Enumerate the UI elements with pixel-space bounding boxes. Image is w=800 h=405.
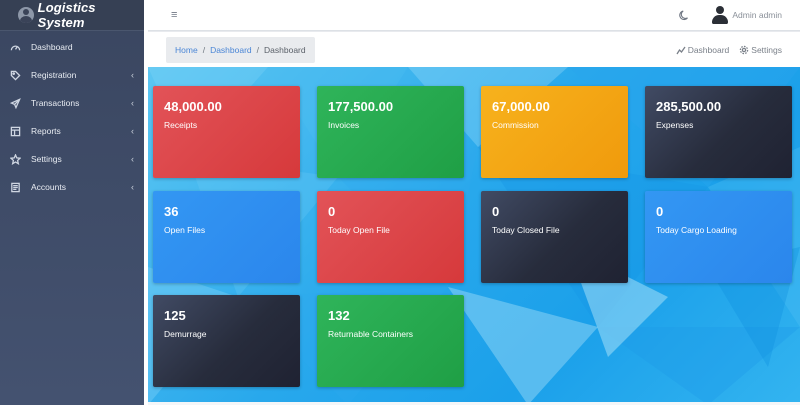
breadcrumb-home[interactable]: Home (175, 45, 198, 55)
card-value: 67,000.00 (492, 99, 550, 114)
chevron-left-icon: ‹ (131, 126, 134, 136)
expenses-card[interactable]: 285,500.00 Expenses (645, 86, 792, 178)
user-menu[interactable]: Admin admin (732, 10, 782, 20)
settings-link-label: Settings (751, 44, 782, 55)
paper-plane-icon (9, 97, 21, 109)
card-value: 0 (328, 204, 336, 219)
open-files-card[interactable]: 36 Open Files (153, 191, 300, 283)
sidebar-item-transactions[interactable]: Transactions ‹ (0, 89, 144, 117)
card-label: Today Closed File (492, 225, 560, 235)
sidebar-item-settings[interactable]: Settings ‹ (0, 145, 144, 173)
card-value: 177,500.00 (328, 99, 394, 114)
card-value: 48,000.00 (164, 99, 222, 114)
breadcrumb: Home / Dashboard / Dashboard (166, 36, 315, 63)
card-label: Today Cargo Loading (656, 225, 737, 235)
today-cargo-loading-card[interactable]: 0 Today Cargo Loading (645, 191, 792, 283)
card-label: Invoices (328, 120, 360, 130)
breadcrumb-dashboard[interactable]: Dashboard (210, 45, 252, 55)
card-label: Demurrage (164, 329, 207, 339)
card-value: 285,500.00 (656, 99, 722, 114)
dashboard-gauge-icon (9, 41, 21, 53)
today-open-file-card[interactable]: 0 Today Open File (317, 191, 464, 283)
top-navbar: ≡ Admin admin (148, 0, 800, 31)
user-avatar-icon[interactable] (711, 6, 729, 24)
card-value: 0 (492, 204, 500, 219)
tag-icon (9, 69, 21, 81)
breadcrumb-current: Dashboard (264, 44, 306, 55)
card-label: Commission (492, 120, 539, 130)
brand[interactable]: Logistics System (0, 0, 144, 31)
commission-card[interactable]: 67,000.00 Commission (481, 86, 628, 178)
moon-icon[interactable] (679, 9, 691, 21)
chevron-left-icon: ‹ (131, 70, 134, 80)
sidebar-item-accounts[interactable]: Accounts ‹ (0, 173, 144, 201)
breadcrumb-separator: / (256, 44, 260, 55)
document-icon (9, 181, 21, 193)
hamburger-menu-icon[interactable]: ≡ (171, 9, 177, 21)
sidebar: Logistics System Dashboard Registration … (0, 0, 144, 405)
sidebar-item-label: Registration (31, 70, 77, 80)
sidebar-item-label: Accounts (31, 182, 66, 192)
star-icon (9, 153, 21, 165)
topbar-right: Admin admin (679, 6, 782, 24)
sidebar-item-dashboard[interactable]: Dashboard (0, 33, 144, 61)
card-label: Receipts (164, 120, 198, 130)
card-value: 0 (656, 204, 664, 219)
page-subheader: Home / Dashboard / Dashboard Dashboard S… (148, 32, 800, 67)
demurrage-card[interactable]: 125 Demurrage (153, 295, 300, 387)
sidebar-item-reports[interactable]: Reports ‹ (0, 117, 144, 145)
subheader-links: Dashboard Settings (666, 45, 782, 55)
dashboard-link[interactable]: Dashboard (676, 44, 730, 55)
card-label: Returnable Containers (328, 329, 414, 339)
chevron-left-icon: ‹ (131, 154, 134, 164)
card-label: Expenses (656, 120, 694, 130)
card-value: 125 (164, 308, 186, 323)
dashboard-content: 48,000.00 Receipts 177,500.00 Invoices 6… (148, 67, 800, 405)
sidebar-item-label: Settings (31, 154, 62, 164)
invoices-card[interactable]: 177,500.00 Invoices (317, 86, 464, 178)
sidebar-item-registration[interactable]: Registration ‹ (0, 61, 144, 89)
returnable-containers-card[interactable]: 132 Returnable Containers (317, 295, 464, 387)
brand-avatar-icon (18, 7, 34, 23)
card-label: Today Open File (328, 225, 390, 235)
gear-icon (740, 45, 749, 54)
card-label: Open Files (164, 225, 206, 235)
chevron-left-icon: ‹ (131, 98, 134, 108)
today-closed-file-card[interactable]: 0 Today Closed File (481, 191, 628, 283)
table-icon (9, 125, 21, 137)
card-value: 132 (328, 308, 350, 323)
sidebar-item-label: Transactions (31, 98, 80, 108)
receipts-card[interactable]: 48,000.00 Receipts (153, 86, 300, 178)
dashboard-link-label: Dashboard (687, 44, 730, 55)
settings-link[interactable]: Settings (739, 45, 782, 55)
brand-name: Logistics System (37, 0, 96, 30)
chart-line-icon (676, 46, 686, 54)
card-value: 36 (164, 204, 179, 219)
sidebar-item-label: Reports (31, 126, 61, 136)
chevron-left-icon: ‹ (131, 182, 134, 192)
sidebar-nav: Dashboard Registration ‹ Transactions ‹ … (0, 31, 144, 201)
breadcrumb-separator: / (202, 44, 206, 55)
sidebar-item-label: Dashboard (31, 42, 73, 52)
